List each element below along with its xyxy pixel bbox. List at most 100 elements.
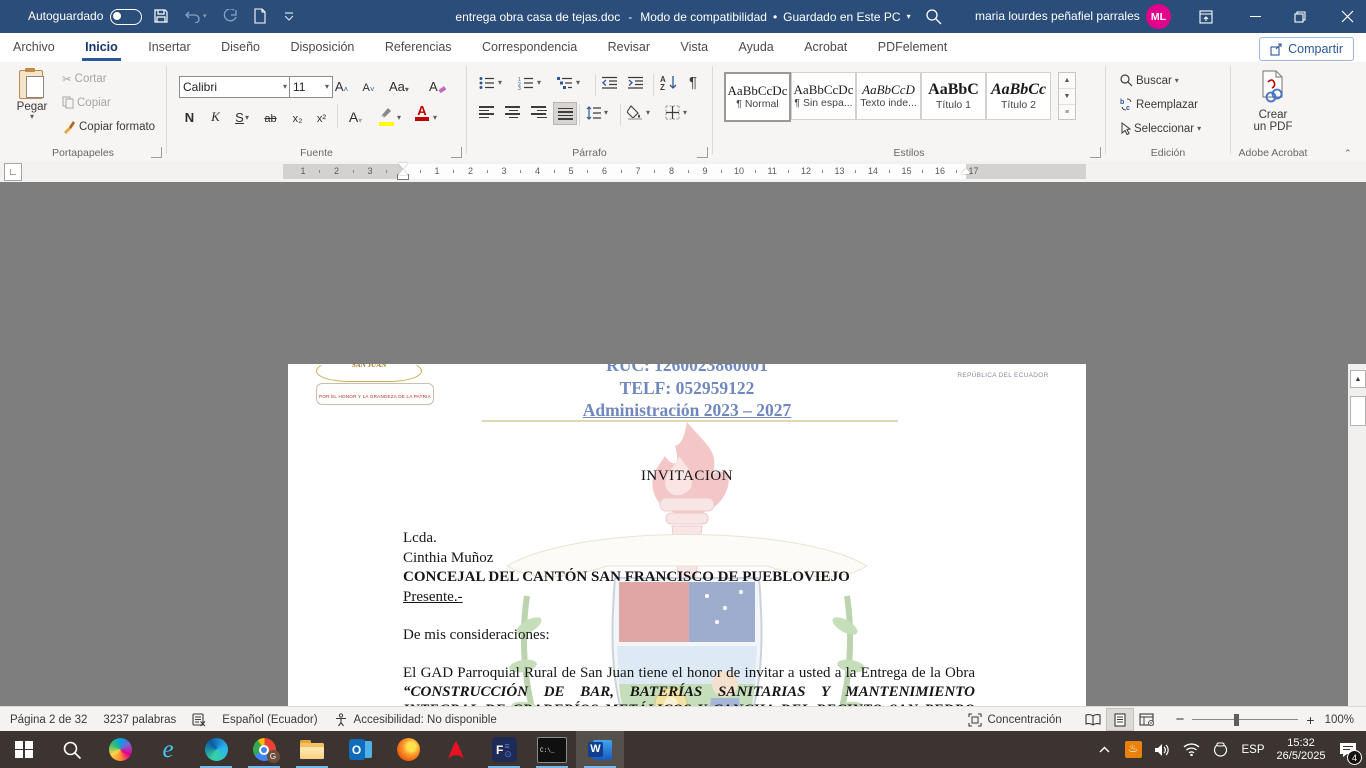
tray-notification-center[interactable]: 4	[1332, 731, 1364, 768]
line-spacing-button[interactable]: ▾	[586, 106, 608, 120]
tab-pdfelement[interactable]: PDFelement	[865, 33, 960, 61]
align-left-button[interactable]	[479, 106, 495, 118]
share-button[interactable]: Compartir	[1259, 37, 1354, 61]
tray-language-indicator[interactable]: ESP	[1236, 731, 1270, 768]
accessibility-status[interactable]: Accesibilidad: No disponible	[354, 714, 497, 726]
word-count[interactable]: 3237 palabras	[103, 714, 176, 726]
taskbar-pdfelement-button[interactable]: F ≡⊙	[480, 731, 528, 768]
start-button[interactable]	[0, 731, 48, 768]
save-icon[interactable]	[153, 8, 169, 24]
tab-inicio[interactable]: Inicio	[72, 33, 131, 61]
taskbar-chrome-button[interactable]: G	[240, 731, 288, 768]
change-case-button[interactable]: Aa▾	[389, 75, 409, 94]
clear-formatting-button[interactable]: A	[429, 75, 447, 94]
font-dialog-launcher[interactable]	[451, 147, 462, 158]
numbering-button[interactable]: 123 ▾	[518, 76, 541, 90]
bullets-button[interactable]: ▾	[479, 76, 502, 90]
shading-button[interactable]: ▾	[627, 105, 650, 120]
underline-dropdown-icon[interactable]: ▾	[245, 114, 249, 122]
scrollbar-thumb[interactable]	[1350, 396, 1366, 426]
customize-quick-access-icon[interactable]	[283, 12, 295, 21]
tab-diseno[interactable]: Diseño	[208, 33, 273, 61]
styles-dialog-launcher[interactable]	[1090, 147, 1101, 158]
borders-button[interactable]: ▾	[665, 105, 687, 120]
shrink-font-button[interactable]: A˅	[360, 75, 377, 94]
highlight-button[interactable]	[379, 106, 394, 126]
sort-button[interactable]: AZ	[660, 74, 678, 94]
taskbar-word-button[interactable]: W	[576, 731, 624, 768]
search-icon[interactable]	[925, 8, 942, 25]
styles-gallery-more-icon[interactable]: ≡	[1059, 104, 1075, 119]
text-effects-button[interactable]: A▾	[347, 106, 364, 125]
paste-button[interactable]: Pegar ▾	[10, 68, 54, 121]
scroll-up-icon[interactable]: ▲	[1350, 370, 1366, 388]
highlight-dropdown-icon[interactable]: ▾	[397, 114, 401, 122]
cut-button[interactable]: ✂Cortar	[62, 72, 107, 86]
tab-revisar[interactable]: Revisar	[595, 33, 663, 61]
style-titulo-2[interactable]: AaBbCcTítulo 2	[986, 72, 1051, 120]
italic-button[interactable]: K	[207, 106, 224, 125]
page-indicator[interactable]: Página 2 de 32	[10, 714, 87, 726]
taskbar-edge-button[interactable]	[192, 731, 240, 768]
autosave-toggle[interactable]	[110, 9, 142, 25]
read-mode-button[interactable]	[1080, 709, 1106, 730]
font-size-combo[interactable]: 11▾	[289, 76, 333, 98]
increase-indent-button[interactable]	[628, 76, 644, 93]
zoom-out-button[interactable]: −	[1176, 715, 1185, 725]
taskbar-search-button[interactable]	[48, 731, 96, 768]
tab-archivo[interactable]: Archivo	[0, 33, 68, 61]
font-color-button[interactable]: A	[415, 104, 429, 121]
taskbar-terminal-button[interactable]: C:\_	[528, 731, 576, 768]
tab-acrobat[interactable]: Acrobat	[791, 33, 860, 61]
language-indicator[interactable]: Español (Ecuador)	[222, 714, 317, 726]
taskbar-ie-button[interactable]: e	[144, 731, 192, 768]
copy-button[interactable]: Copiar	[62, 96, 111, 109]
align-right-button[interactable]	[531, 106, 547, 118]
tab-insertar[interactable]: Insertar	[135, 33, 203, 61]
taskbar-file-explorer-button[interactable]	[288, 731, 336, 768]
font-color-dropdown-icon[interactable]: ▾	[433, 114, 437, 122]
print-layout-button[interactable]	[1106, 708, 1134, 731]
restore-button[interactable]	[1283, 0, 1317, 33]
paragraph-dialog-launcher[interactable]	[697, 147, 708, 158]
strikethrough-button[interactable]: ab	[262, 106, 279, 125]
taskbar-acrobat-button[interactable]	[432, 731, 480, 768]
user-avatar[interactable]: ML	[1146, 4, 1171, 29]
minimize-button[interactable]	[1238, 0, 1272, 33]
close-button[interactable]	[1330, 0, 1364, 33]
tab-ayuda[interactable]: Ayuda	[726, 33, 787, 61]
clipboard-dialog-launcher[interactable]	[151, 147, 162, 158]
taskbar-copilot-button[interactable]	[96, 731, 144, 768]
focus-mode-button[interactable]: Concentración	[987, 714, 1061, 726]
web-layout-button[interactable]	[1134, 709, 1160, 730]
grow-font-button[interactable]: A˄	[333, 75, 350, 94]
accessibility-icon[interactable]	[334, 713, 348, 727]
decrease-indent-button[interactable]	[602, 76, 618, 93]
indent-markers[interactable]	[398, 163, 408, 179]
tab-correspondencia[interactable]: Correspondencia	[469, 33, 590, 61]
zoom-slider[interactable]	[1192, 713, 1298, 727]
tray-java-update-icon[interactable]: ♨	[1121, 731, 1145, 768]
ribbon-display-options-button[interactable]	[1189, 0, 1223, 33]
taskbar-outlook-button[interactable]: O	[336, 731, 384, 768]
tab-referencias[interactable]: Referencias	[372, 33, 465, 61]
style-normal[interactable]: AaBbCcDc¶ Normal	[724, 72, 791, 122]
new-document-icon[interactable]	[253, 8, 267, 24]
zoom-in-button[interactable]: +	[1306, 715, 1314, 725]
format-painter-button[interactable]: Copiar formato	[62, 120, 155, 134]
styles-scroll-down-icon[interactable]: ▼	[1059, 88, 1075, 104]
collapse-ribbon-icon[interactable]: ⌃	[1344, 148, 1352, 159]
saved-location-label[interactable]: Guardado en Este PC	[783, 10, 900, 24]
tab-disposicion[interactable]: Disposición	[277, 33, 367, 61]
title-dropdown-icon[interactable]: ▾	[907, 12, 911, 21]
tray-volume-icon[interactable]	[1149, 731, 1175, 768]
tray-wifi-icon[interactable]	[1178, 731, 1204, 768]
find-button[interactable]: Buscar▾	[1120, 74, 1179, 87]
tab-vista[interactable]: Vista	[667, 33, 721, 61]
zoom-slider-thumb[interactable]	[1234, 714, 1239, 726]
proofing-errors-icon[interactable]	[192, 713, 206, 727]
tray-show-hidden-icons[interactable]	[1093, 731, 1115, 768]
align-center-button[interactable]	[505, 106, 521, 118]
subscript-button[interactable]: x₂	[289, 106, 306, 125]
superscript-button[interactable]: x²	[313, 106, 330, 125]
